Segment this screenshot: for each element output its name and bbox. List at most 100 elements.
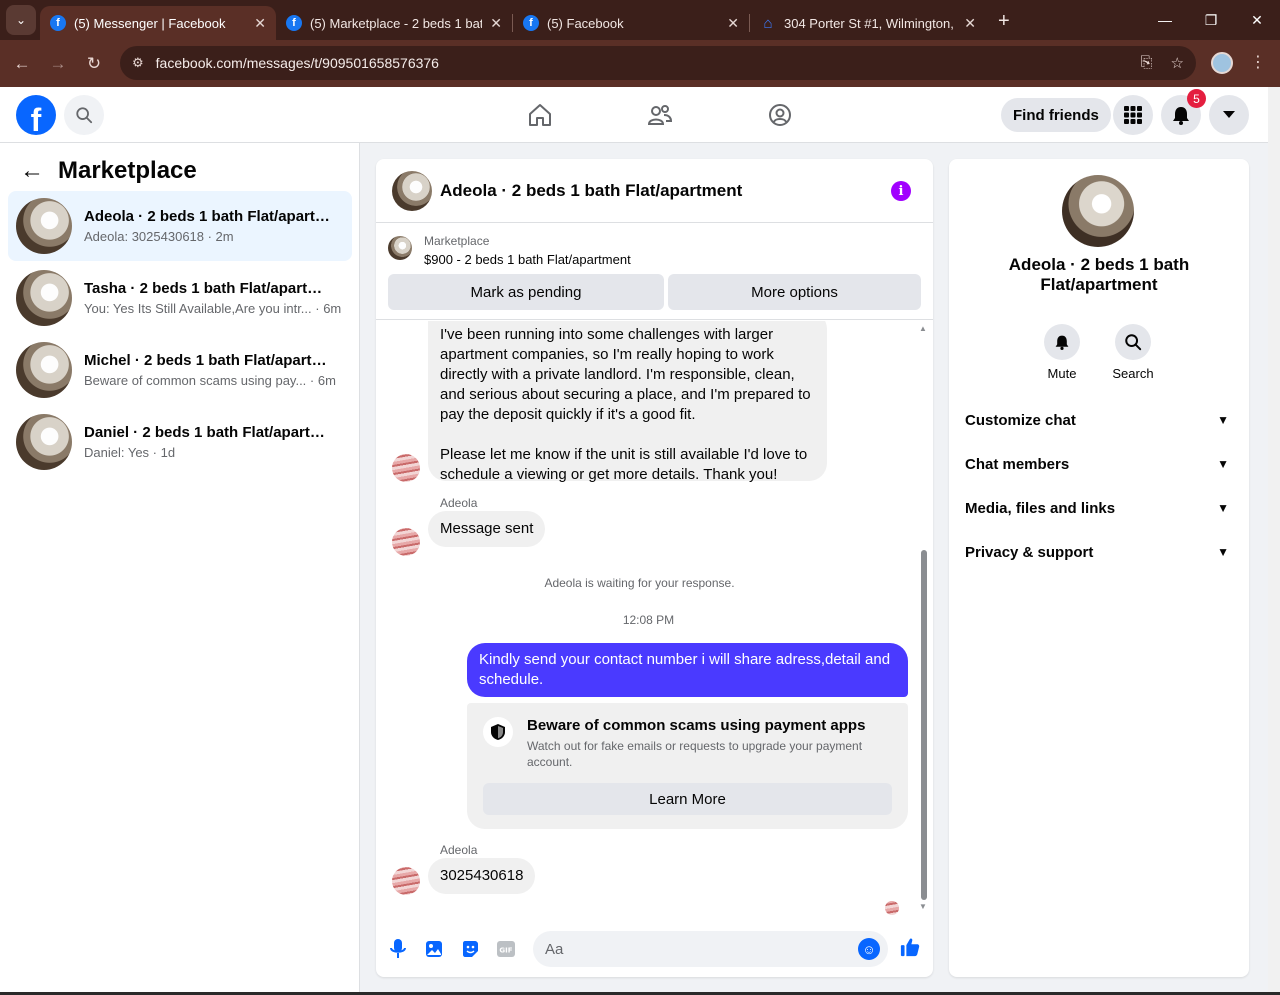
site-settings-icon[interactable]: ⚙ [132, 55, 144, 71]
scam-warning-card: Beware of common scams using payment app… [467, 703, 908, 829]
sender-avatar[interactable] [392, 867, 420, 895]
close-icon[interactable]: ✕ [254, 15, 266, 32]
facebook-icon: f [286, 15, 302, 31]
home-icon [529, 104, 551, 126]
photo-icon[interactable] [424, 939, 444, 959]
chat-avatar[interactable] [392, 170, 432, 211]
restore-icon[interactable]: ❐ [1188, 0, 1234, 40]
url-text: facebook.com/messages/t/909501658576376 [155, 55, 439, 71]
media-files-row[interactable]: Media, files and links ▼ [965, 488, 1233, 528]
main-nav [480, 87, 840, 143]
conversation-item[interactable]: Adeola · 2 beds 1 bath Flat/apartm... Ad… [8, 191, 352, 261]
chat-members-row[interactable]: Chat members ▼ [965, 444, 1233, 484]
waiting-notice: Adeola is waiting for your response. [544, 576, 735, 590]
message-input[interactable]: Aa ☺ [533, 931, 888, 967]
message-text: Kindly send your contact number i will s… [479, 651, 891, 688]
privacy-support-row[interactable]: Privacy & support ▼ [965, 532, 1233, 572]
tab-marketplace[interactable]: f (5) Marketplace - 2 beds 1 bath ✕ [276, 6, 512, 40]
minimize-icon[interactable]: — [1142, 0, 1188, 40]
facebook-logo[interactable]: f [16, 95, 56, 135]
caret-down-icon [1223, 111, 1235, 118]
conversation-preview: You: Yes Its Still Available,Are you int… [84, 301, 342, 316]
tab-search-dropdown[interactable]: ⌄ [6, 5, 36, 35]
tab-facebook[interactable]: f (5) Facebook ✕ [513, 6, 749, 40]
scroll-down-icon[interactable]: ▼ [919, 902, 927, 911]
mute-button[interactable]: Mute [1032, 324, 1092, 381]
logo-letter: f [30, 102, 42, 135]
tab-label: (5) Facebook [547, 15, 624, 31]
message-scrollbar[interactable]: ▲ ▼ [919, 324, 929, 914]
sidebar-title: Marketplace [58, 157, 197, 184]
scroll-thumb[interactable] [921, 550, 927, 900]
grid-icon [1124, 106, 1142, 124]
info-icon[interactable]: i [891, 181, 911, 201]
tab-zillow[interactable]: ⌂ 304 Porter St #1, Wilmington, D ✕ [750, 6, 986, 40]
close-icon[interactable]: ✕ [964, 15, 976, 32]
sender-avatar[interactable] [392, 454, 420, 482]
conversation-name: Daniel · 2 beds 1 bath Flat/apartm... [84, 424, 334, 441]
account-button[interactable] [1209, 95, 1249, 135]
close-window-icon[interactable]: ✕ [1234, 0, 1280, 40]
listing-thumbnail [16, 342, 72, 398]
emoji-icon[interactable]: ☺ [858, 938, 880, 960]
message-bubble-incoming: I've been running into some challenges w… [428, 321, 827, 483]
marketplace-label: Marketplace [424, 234, 490, 248]
browser-menu-icon[interactable]: ⋮ [1250, 52, 1266, 72]
sticker-icon[interactable] [460, 939, 480, 959]
install-app-icon[interactable]: ⎘ [1141, 54, 1153, 72]
nav-groups[interactable] [720, 87, 840, 143]
conversation-item[interactable]: Daniel · 2 beds 1 bath Flat/apartm... Da… [8, 407, 352, 477]
more-options-button[interactable]: More options [668, 274, 921, 310]
new-tab-button[interactable]: + [998, 10, 1010, 33]
profile-avatar-icon[interactable] [1211, 52, 1233, 74]
conversation-item[interactable]: Michel · 2 beds 1 bath Flat/apartm... Be… [8, 335, 352, 405]
message-line: schedule a viewing or get more details. … [440, 466, 778, 483]
learn-more-button[interactable]: Learn More [483, 783, 892, 815]
back-arrow-icon[interactable]: ← [4, 54, 40, 74]
listing-thumbnail[interactable] [388, 236, 412, 260]
close-icon[interactable]: ✕ [727, 15, 739, 32]
chat-details-panel: Adeola · 2 beds 1 bath Flat/apartment Mu… [949, 159, 1249, 977]
tab-messenger[interactable]: f (5) Messenger | Facebook ✕ [40, 6, 276, 40]
url-input[interactable]: ⚙ facebook.com/messages/t/90950165857637… [120, 46, 1196, 80]
conversation-name: Adeola · 2 beds 1 bath Flat/apartm... [84, 208, 334, 225]
reload-icon[interactable]: ↻ [76, 54, 112, 74]
mark-as-pending-button[interactable]: Mark as pending [388, 274, 664, 310]
page-scrollbar[interactable] [1268, 87, 1280, 995]
search-chat-button[interactable]: Search [1103, 324, 1163, 381]
gif-icon[interactable]: GIF [496, 939, 516, 959]
nav-home[interactable] [480, 87, 600, 143]
close-icon[interactable]: ✕ [490, 15, 502, 32]
search-button[interactable] [64, 95, 104, 135]
details-avatar[interactable] [1062, 175, 1134, 247]
find-friends-button[interactable]: Find friends [1001, 98, 1111, 132]
conversation-item[interactable]: Tasha · 2 beds 1 bath Flat/apartment You… [8, 263, 352, 333]
conversation-preview: Beware of common scams using pay... · 6m [84, 373, 336, 388]
tab-label: (5) Messenger | Facebook [74, 15, 226, 31]
scroll-up-icon[interactable]: ▲ [919, 324, 927, 333]
message-line: pay the deposit quickly if it's a good f… [440, 406, 696, 423]
forward-arrow-icon[interactable]: → [40, 54, 76, 74]
bookmark-star-icon[interactable]: ☆ [1171, 54, 1184, 72]
menu-grid-button[interactable] [1113, 95, 1153, 135]
conversation-name: Michel · 2 beds 1 bath Flat/apartm... [84, 352, 334, 369]
message-text: Message sent [440, 520, 534, 537]
listing-price-title[interactable]: $900 - 2 beds 1 bath Flat/apartment [424, 252, 631, 267]
conversation-preview: Daniel: Yes · 1d [84, 445, 176, 460]
sender-avatar[interactable] [392, 528, 420, 556]
sender-name: Adeola [440, 843, 478, 857]
shield-icon-wrap [483, 717, 513, 747]
back-arrow-icon[interactable]: ← [20, 157, 44, 185]
nav-friends[interactable] [600, 87, 720, 143]
thumbs-up-icon[interactable] [900, 937, 920, 957]
message-line: and serious about securing a place, and … [440, 386, 811, 403]
microphone-icon[interactable] [388, 939, 408, 959]
customize-chat-row[interactable]: Customize chat ▼ [965, 400, 1233, 440]
message-input-placeholder: Aa [545, 940, 564, 958]
chat-panel: Adeola · 2 beds 1 bath Flat/apartment i … [376, 159, 933, 977]
chat-title[interactable]: Adeola · 2 beds 1 bath Flat/apartment [440, 181, 742, 201]
svg-text:GIF: GIF [499, 947, 512, 955]
timestamp: 12:08 PM [622, 613, 675, 627]
facebook-icon: f [50, 15, 66, 31]
marketplace-sidebar: ← Marketplace Adeola · 2 beds 1 bath Fla… [0, 143, 360, 995]
